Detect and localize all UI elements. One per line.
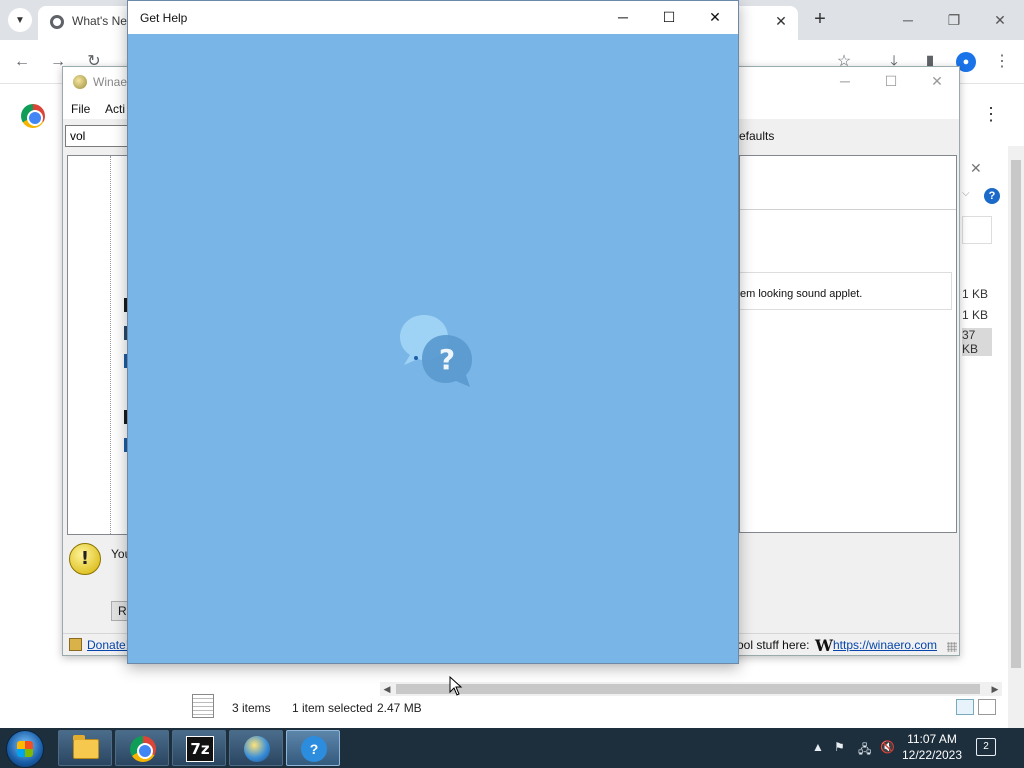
get-help-window: Get Help ─ ☐ ✕ ? [127, 0, 739, 664]
cool-stuff-text: ool stuff here: [737, 638, 810, 652]
chevron-down-icon[interactable]: ⌵ [962, 188, 970, 199]
folder-icon [73, 735, 99, 759]
tweak-details-panel: em looking sound applet. [739, 155, 957, 533]
taskbar-get-help[interactable]: ? [286, 730, 340, 766]
get-help-minimize-button[interactable]: ─ [600, 1, 646, 34]
clock-date: 12/22/2023 [901, 748, 963, 762]
taskbar-7zip[interactable]: 7z [172, 730, 226, 766]
menu-action[interactable]: Acti [105, 102, 125, 116]
taskbar: 7z ? ▲ ⚑ 🖧 🔇 11:07 AM 12/22/2023 2 [0, 728, 1024, 768]
menu-file[interactable]: File [71, 102, 90, 116]
details-view-button[interactable] [956, 699, 974, 715]
back-icon[interactable]: ← [12, 52, 32, 72]
start-button[interactable] [6, 730, 44, 768]
page-menu-icon[interactable]: ⋮ [982, 104, 1000, 125]
tab-search-button[interactable]: ▼ [8, 8, 32, 32]
browser-restore-button[interactable]: ❐ [934, 6, 974, 34]
chrome-logo-icon [21, 104, 45, 128]
resize-grip-icon[interactable] [947, 642, 957, 652]
chrome-icon [130, 736, 156, 762]
get-help-maximize-button[interactable]: ☐ [646, 1, 692, 34]
restore-defaults-link[interactable]: efaults [739, 129, 774, 143]
vertical-scrollbar[interactable] [1008, 146, 1024, 728]
get-help-splash-icon: ? [400, 315, 472, 387]
system-clock[interactable]: 11:07 AM 12/22/2023 [898, 731, 966, 763]
horizontal-scroll-thumb[interactable] [396, 684, 980, 694]
tweak-description: em looking sound applet. [740, 288, 863, 300]
taskbar-winaero[interactable] [229, 730, 283, 766]
notifications-icon[interactable]: 2 [976, 738, 996, 756]
winaero-app-icon [73, 75, 87, 89]
horizontal-scrollbar[interactable]: ◀ ▶ [380, 682, 1002, 696]
winaero-close-button[interactable]: ✕ [917, 67, 957, 95]
document-icon [192, 694, 214, 718]
panel-close-icon[interactable]: ✕ [970, 160, 982, 177]
explorer-status-bar: 3 items 1 item selected 2.47 MB [192, 694, 1002, 720]
winaero-icon [244, 736, 270, 762]
scroll-right-icon[interactable]: ▶ [988, 682, 1002, 696]
action-center-icon[interactable]: ⚑ [834, 740, 845, 754]
get-help-icon: ? [301, 736, 327, 762]
browser-close-button[interactable]: ✕ [980, 6, 1020, 34]
file-size: 1 KB [962, 308, 989, 322]
file-size: 1 KB [962, 287, 989, 301]
items-count: 3 items [232, 701, 271, 715]
selection-size: 2.47 MB [377, 701, 422, 715]
taskbar-chrome[interactable] [115, 730, 169, 766]
get-help-close-button[interactable]: ✕ [692, 1, 738, 34]
winaero-title: Winae [93, 75, 128, 89]
winaero-w-logo: W [815, 636, 833, 655]
sevenzip-icon: 7z [186, 736, 214, 762]
chrome-menu-icon[interactable]: ⋮ [992, 52, 1012, 72]
new-tab-button[interactable]: + [808, 8, 832, 32]
clock-time: 11:07 AM [907, 732, 957, 746]
winaero-minimize-button[interactable]: ─ [825, 67, 865, 95]
mouse-cursor-icon [449, 676, 463, 696]
tab-title: What's Ne [72, 14, 127, 28]
tab-close-icon[interactable]: ✕ [772, 12, 790, 30]
vertical-scroll-thumb[interactable] [1011, 160, 1021, 668]
browser-minimize-button[interactable]: ─ [888, 6, 928, 34]
winaero-maximize-button[interactable]: ☐ [871, 67, 911, 95]
tiles-view-button[interactable] [978, 699, 996, 715]
help-icon[interactable]: ? [984, 188, 1000, 204]
selection-status: 1 item selected [292, 701, 373, 715]
chrome-favicon-icon [50, 15, 64, 29]
file-size: 37 KB [962, 328, 992, 356]
tray-overflow-icon[interactable]: ▲ [812, 740, 824, 754]
network-icon[interactable]: 🖧 [858, 740, 871, 761]
winaero-site-link[interactable]: https://winaero.com [833, 638, 937, 652]
donate-icon [69, 638, 82, 651]
scroll-left-icon[interactable]: ◀ [380, 682, 394, 696]
get-help-title: Get Help [140, 11, 188, 25]
volume-muted-icon[interactable]: 🔇 [880, 740, 895, 754]
divider [740, 209, 956, 210]
panel-search-box[interactable] [962, 216, 992, 244]
tree-connector [110, 156, 111, 534]
donate-link[interactable]: Donate! [87, 638, 129, 652]
splash-question-mark: ? [439, 343, 455, 376]
get-help-titlebar[interactable]: Get Help ─ ☐ ✕ [128, 1, 738, 34]
taskbar-file-explorer[interactable] [58, 730, 112, 766]
warning-icon: ! [69, 543, 101, 575]
